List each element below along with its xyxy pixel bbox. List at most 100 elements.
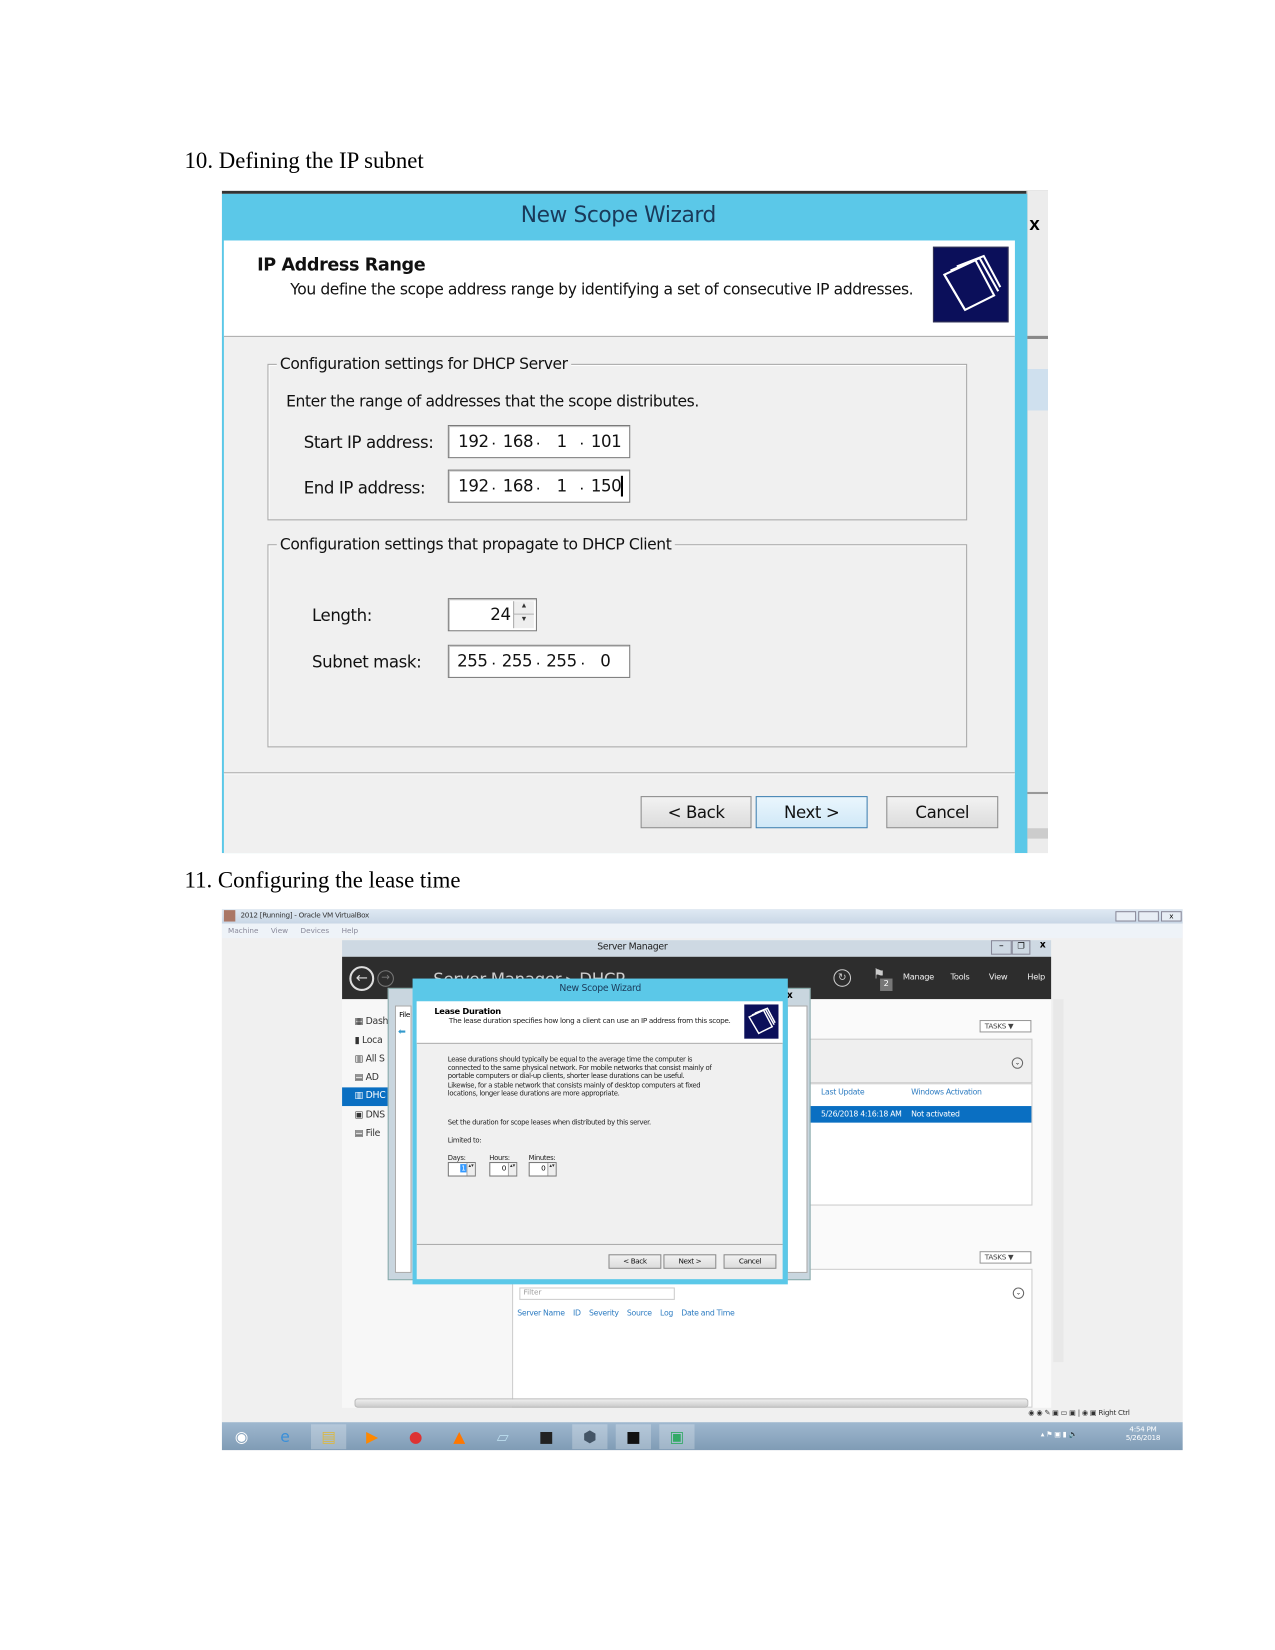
virtualbox-icon <box>223 910 236 922</box>
lease-wizard-window: New Scope Wizard Lease Duration The leas… <box>412 978 788 1285</box>
notification-badge: 2 <box>880 978 893 991</box>
end-ip-input[interactable]: 192. 168. 1. 150 <box>447 469 631 503</box>
terminal-icon[interactable]: ■ <box>529 1424 564 1449</box>
vbox-menubar: Machine View Devices Help <box>221 923 1183 939</box>
start-ip-input[interactable]: 192. 168. 1. 101 <box>447 425 631 459</box>
hours-stepper[interactable]: 0 ▴▾ <box>489 1162 518 1177</box>
tasks-button[interactable]: TASKS ▼ <box>979 1251 1032 1264</box>
sidebar-item-ad[interactable]: ▤ AD <box>355 1073 379 1083</box>
expand-icon[interactable]: ⌄ <box>1011 1057 1024 1069</box>
back-arrow-icon[interactable]: ⬅ <box>398 1027 406 1037</box>
server-manager-titlebar: Server Manager – ❐ x <box>342 940 1052 957</box>
menu-tools[interactable]: Tools <box>951 972 970 981</box>
length-stepper[interactable]: 24 ▲ ▼ <box>447 598 537 632</box>
taskbar: ◉ e ▤ ▶ ● ▲ ▱ ■ ⬢ ■ ▣ ▴ ⚑ ▣ ▮ 🔈 4:54 PM 5… <box>221 1422 1183 1451</box>
section-heading-10: 10. Defining the IP subnet <box>184 147 424 174</box>
close-button[interactable]: x <box>1035 940 1052 955</box>
column-date-time[interactable]: Date and Time <box>681 1308 734 1317</box>
menu-help[interactable]: Help <box>342 927 359 935</box>
lease-explanation: Lease durations should typically be equa… <box>447 1055 712 1098</box>
screenshot-lease-duration: 2012 [Running] - Oracle VM VirtualBox x … <box>221 909 1183 1451</box>
maximize-button[interactable] <box>1138 911 1159 922</box>
length-label: Length: <box>312 605 372 626</box>
column-server-name[interactable]: Server Name <box>517 1308 565 1317</box>
sidebar-item-all-servers[interactable]: ▥ All S <box>355 1054 385 1064</box>
cancel-button[interactable]: Cancel <box>723 1254 777 1269</box>
chrome-icon[interactable]: ● <box>398 1424 433 1449</box>
section-title: IP Address Range <box>257 255 426 276</box>
folders-icon <box>932 246 1009 323</box>
virtualbox-icon[interactable]: ⬢ <box>572 1424 608 1450</box>
group-legend: Configuration settings for DHCP Server <box>276 354 571 374</box>
minimize-button[interactable]: – <box>990 940 1012 955</box>
group-intro: Enter the range of addresses that the sc… <box>286 391 699 411</box>
events-panel: Filter ⌄ Server Name ID Severity Source … <box>512 1268 1033 1408</box>
start-orb-icon[interactable]: ◉ <box>224 1424 259 1449</box>
start-ip-label: Start IP address: <box>303 432 434 452</box>
horizontal-scrollbar[interactable] <box>354 1398 1029 1408</box>
wizard-title: New Scope Wizard <box>520 202 717 228</box>
back-button[interactable]: < Back <box>640 796 752 829</box>
close-button[interactable]: x <box>1160 911 1182 922</box>
group-legend: Configuration settings that propagate to… <box>276 534 675 554</box>
sidebar: ▦ Dash ▮ Loca ▥ All S ▤ AD ▥ DHC ▣ DNS ▤… <box>342 999 390 1408</box>
close-icon[interactable]: x <box>1029 214 1039 236</box>
vlc-icon[interactable]: ▲ <box>442 1424 477 1449</box>
cmd-icon[interactable]: ■ <box>615 1424 651 1450</box>
column-severity[interactable]: Severity <box>589 1308 619 1317</box>
sidebar-item-dhcp[interactable]: ▥ DHC <box>342 1087 390 1107</box>
restore-button[interactable]: ❐ <box>1011 940 1031 955</box>
menu-devices[interactable]: Devices <box>301 927 330 935</box>
sidebar-item-dns[interactable]: ▣ DNS <box>355 1110 386 1120</box>
background-window: x <box>1026 190 1049 854</box>
explorer-icon[interactable]: ▤ <box>310 1424 347 1450</box>
text-cursor <box>620 475 623 497</box>
back-arrow-icon[interactable]: ← <box>349 966 375 991</box>
vertical-scrollbar[interactable] <box>1053 999 1064 1363</box>
ie-icon[interactable]: e <box>267 1424 302 1449</box>
days-stepper[interactable]: 1 ▴▾ <box>447 1162 476 1177</box>
column-id[interactable]: ID <box>573 1308 581 1317</box>
column-last-update[interactable]: Last Update <box>821 1087 865 1096</box>
wizard-window: New Scope Wizard IP Address Range You de… <box>221 193 1028 854</box>
end-ip-label: End IP address: <box>303 477 426 498</box>
next-button[interactable]: Next > <box>663 1254 717 1269</box>
menu-view[interactable]: View <box>271 927 288 935</box>
column-windows-activation[interactable]: Windows Activation <box>911 1087 982 1096</box>
refresh-icon[interactable]: ↻ <box>833 969 852 987</box>
sidebar-item-dashboard[interactable]: ▦ Dash <box>355 1017 389 1027</box>
media-player-icon[interactable]: ▶ <box>355 1424 390 1449</box>
filter-input[interactable]: Filter <box>519 1287 675 1300</box>
minimize-button[interactable] <box>1115 911 1137 922</box>
back-button[interactable]: < Back <box>608 1254 662 1269</box>
section-description: You define the scope address range by id… <box>290 279 914 299</box>
wizard-title: New Scope Wizard <box>559 983 641 995</box>
menu-machine[interactable]: Machine <box>228 927 258 935</box>
expand-icon[interactable]: ⌄ <box>1012 1287 1025 1299</box>
spin-up-icon[interactable]: ▲ <box>513 601 534 615</box>
tasks-button[interactable]: TASKS ▼ <box>979 1020 1032 1033</box>
vbox-titlebar: 2012 [Running] - Oracle VM VirtualBox x <box>221 909 1183 924</box>
menu-help[interactable]: Help <box>1027 972 1045 981</box>
next-button[interactable]: Next > <box>755 796 868 829</box>
menu-manage[interactable]: Manage <box>903 972 934 981</box>
forward-arrow-icon[interactable]: → <box>377 970 394 987</box>
section-description: The lease duration specifies how long a … <box>448 1016 731 1026</box>
subnet-mask-label: Subnet mask: <box>312 652 422 672</box>
cancel-button[interactable]: Cancel <box>886 796 999 829</box>
sidebar-item-local[interactable]: ▮ Loca <box>355 1036 383 1046</box>
column-source[interactable]: Source <box>627 1308 652 1317</box>
screenshot-ip-range: x New Scope Wizard IP Address Range You … <box>221 190 1049 854</box>
subnet-mask-input[interactable]: 255. 255. 255. 0 <box>447 644 631 678</box>
spin-down-icon[interactable]: ▼ <box>513 614 534 629</box>
column-log[interactable]: Log <box>660 1308 673 1317</box>
clock[interactable]: 4:54 PM 5/26/2018 <box>1126 1425 1161 1442</box>
minutes-stepper[interactable]: 0 ▴▾ <box>528 1162 557 1177</box>
menu-view[interactable]: View <box>989 972 1008 981</box>
tray-icons[interactable]: ▴ ⚑ ▣ ▮ 🔈 <box>1041 1431 1078 1439</box>
server-manager-icon[interactable]: ▣ <box>659 1424 695 1450</box>
sidebar-item-file[interactable]: ▤ File <box>355 1129 381 1139</box>
folders-icon <box>744 1004 779 1039</box>
notepad-icon[interactable]: ▱ <box>485 1424 520 1449</box>
section-heading-11: 11. Configuring the lease time <box>184 866 461 893</box>
